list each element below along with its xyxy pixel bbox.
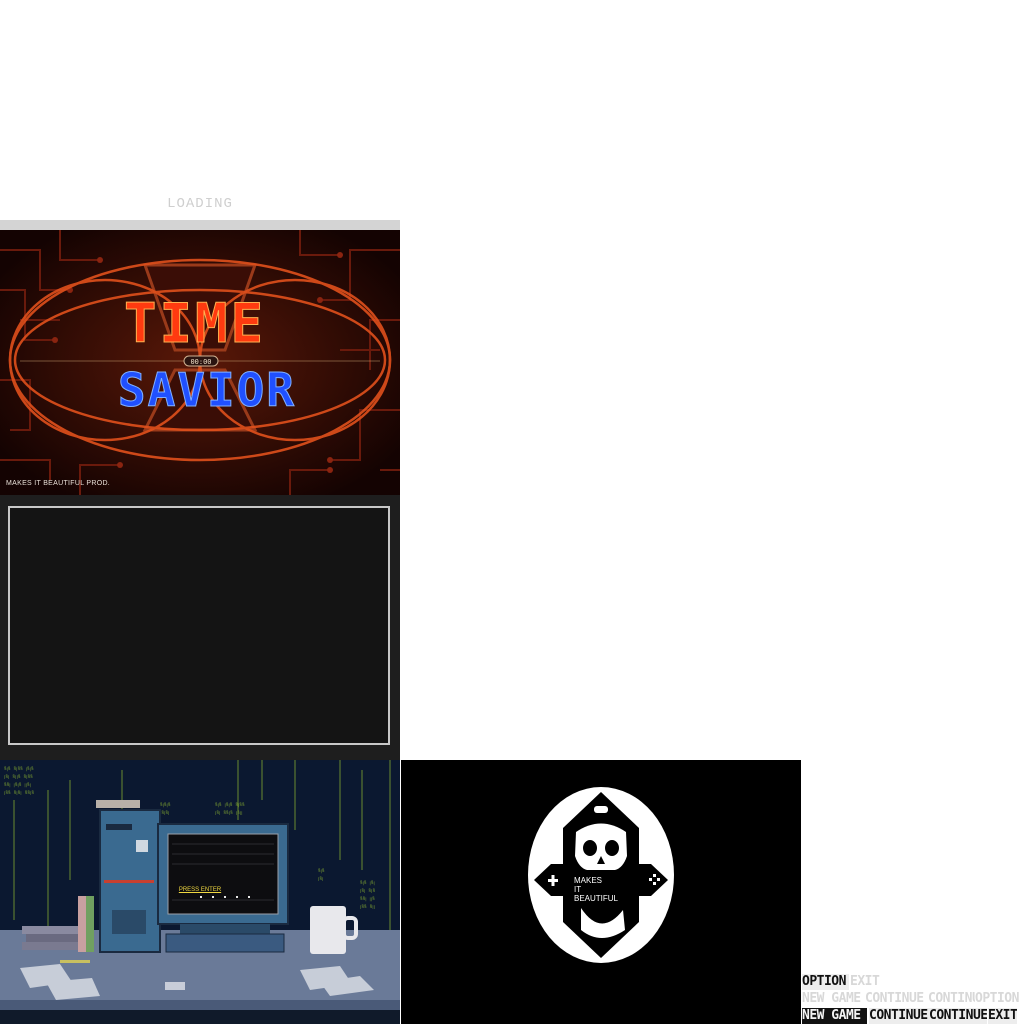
svg-text:ꝸꞁꝸꞁꝸ: ꝸꞁꝸꞁꝸ [160, 802, 171, 808]
loading-bar [0, 220, 400, 230]
pen-icon [60, 960, 90, 963]
logo-panel: MAKES IT BEAUTIFUL [401, 760, 801, 1024]
title-line1: TIME [124, 292, 266, 355]
menu-continue-sprite-faded-2[interactable]: CONTINUE [928, 991, 975, 1007]
press-enter-text: PRESS ENTER [0, 876, 400, 895]
menu-exit-sprite-faded[interactable]: EXIT [850, 974, 880, 990]
svg-text:ꝸꞁꝸ: ꝸꞁꝸ [318, 868, 325, 874]
svg-text:ꞁꝸꞁ ꝸꞁꞁꝸ ꝸꞁꝸꝸ: ꞁꝸꞁ ꝸꞁꞁꝸ ꝸꞁꝸꝸ [4, 774, 33, 780]
svg-text:ꞁꝸꞁꝸꞁ: ꞁꝸꞁꝸꞁ [160, 810, 169, 816]
dialog-panel [0, 495, 400, 760]
monitor-text: PRESS ENTER [178, 887, 222, 893]
loading-label: LOADING [167, 196, 233, 212]
title-screen: TIME SAVIOR 00:00 MAKES IT BEAUTIFUL PRO… [0, 230, 400, 495]
title-artwork: TIME SAVIOR 00:00 [0, 230, 400, 495]
logo-text: MAKES IT BEAUTIFUL [574, 876, 619, 903]
svg-text:ꝸꞁꝸ ꝸꞁꝸꝸ ꞁꝸꞁꝸ: ꝸꞁꝸ ꝸꞁꝸꝸ ꞁꝸꞁꝸ [4, 766, 34, 772]
menu-new-game-sprite[interactable]: NEW GAME [802, 1008, 867, 1024]
desk-scene: ꝸꞁꝸ ꝸꞁꝸꝸ ꞁꝸꞁꝸ ꞁꝸꞁ ꝸꞁꞁꝸ ꝸꞁꝸꝸ ꝸꝸꞁ ꞁꝸꞁꝸ ꞁꞁꝸꞁ… [0, 760, 400, 1024]
menu-exit-sprite[interactable]: EXIT [988, 1008, 1017, 1024]
timer-display: 00:00 [190, 358, 211, 366]
menu-new-game-sprite-faded[interactable]: NEW GAME [802, 991, 865, 1007]
menu-continue-sprite[interactable]: CONTINUE [869, 1008, 929, 1024]
menu-option-sprite-faded[interactable]: OPTION [975, 991, 1022, 1007]
svg-text:ꞁꝸꝸ ꝸꞁꞁ: ꞁꝸꝸ ꝸꞁꞁ [360, 904, 375, 910]
svg-text:ꝸꝸꞁ ꞁꞁꝸ: ꝸꝸꞁ ꞁꞁꝸ [360, 896, 375, 902]
books [22, 896, 94, 952]
title-line2: SAVIOR [118, 363, 296, 417]
credit-text: MAKES IT BEAUTIFUL PROD. [6, 480, 111, 487]
svg-text:ꞁꝸꞁ ꝸꝸꞁꝸ ꞁꝸꞁꞁ: ꞁꝸꞁ ꝸꝸꞁꝸ ꞁꝸꞁꞁ [215, 810, 243, 816]
menu-continue-sprite-2[interactable]: CONTINUE [929, 1008, 987, 1024]
svg-text:ꝸꞁꝸ ꞁꝸꞁꝸ ꝸꞁꝸꝸ: ꝸꞁꝸ ꞁꝸꞁꝸ ꝸꞁꝸꝸ [215, 802, 245, 808]
svg-text:ꞁꝸꝸ ꝸꞁꝸꞁ ꝸꝸꞁꝸ: ꞁꝸꝸ ꝸꞁꝸꞁ ꝸꝸꞁꝸ [4, 790, 34, 796]
menu-option-sprite[interactable]: OPTION [802, 974, 849, 990]
svg-text:ꝸꝸꞁ ꞁꝸꞁꝸ ꞁꞁꝸꞁ: ꝸꝸꞁ ꞁꝸꞁꝸ ꞁꞁꝸꞁ [4, 782, 31, 788]
dialog-box [8, 506, 390, 745]
menu-continue-sprite-faded[interactable]: CONTINUE [865, 991, 928, 1007]
